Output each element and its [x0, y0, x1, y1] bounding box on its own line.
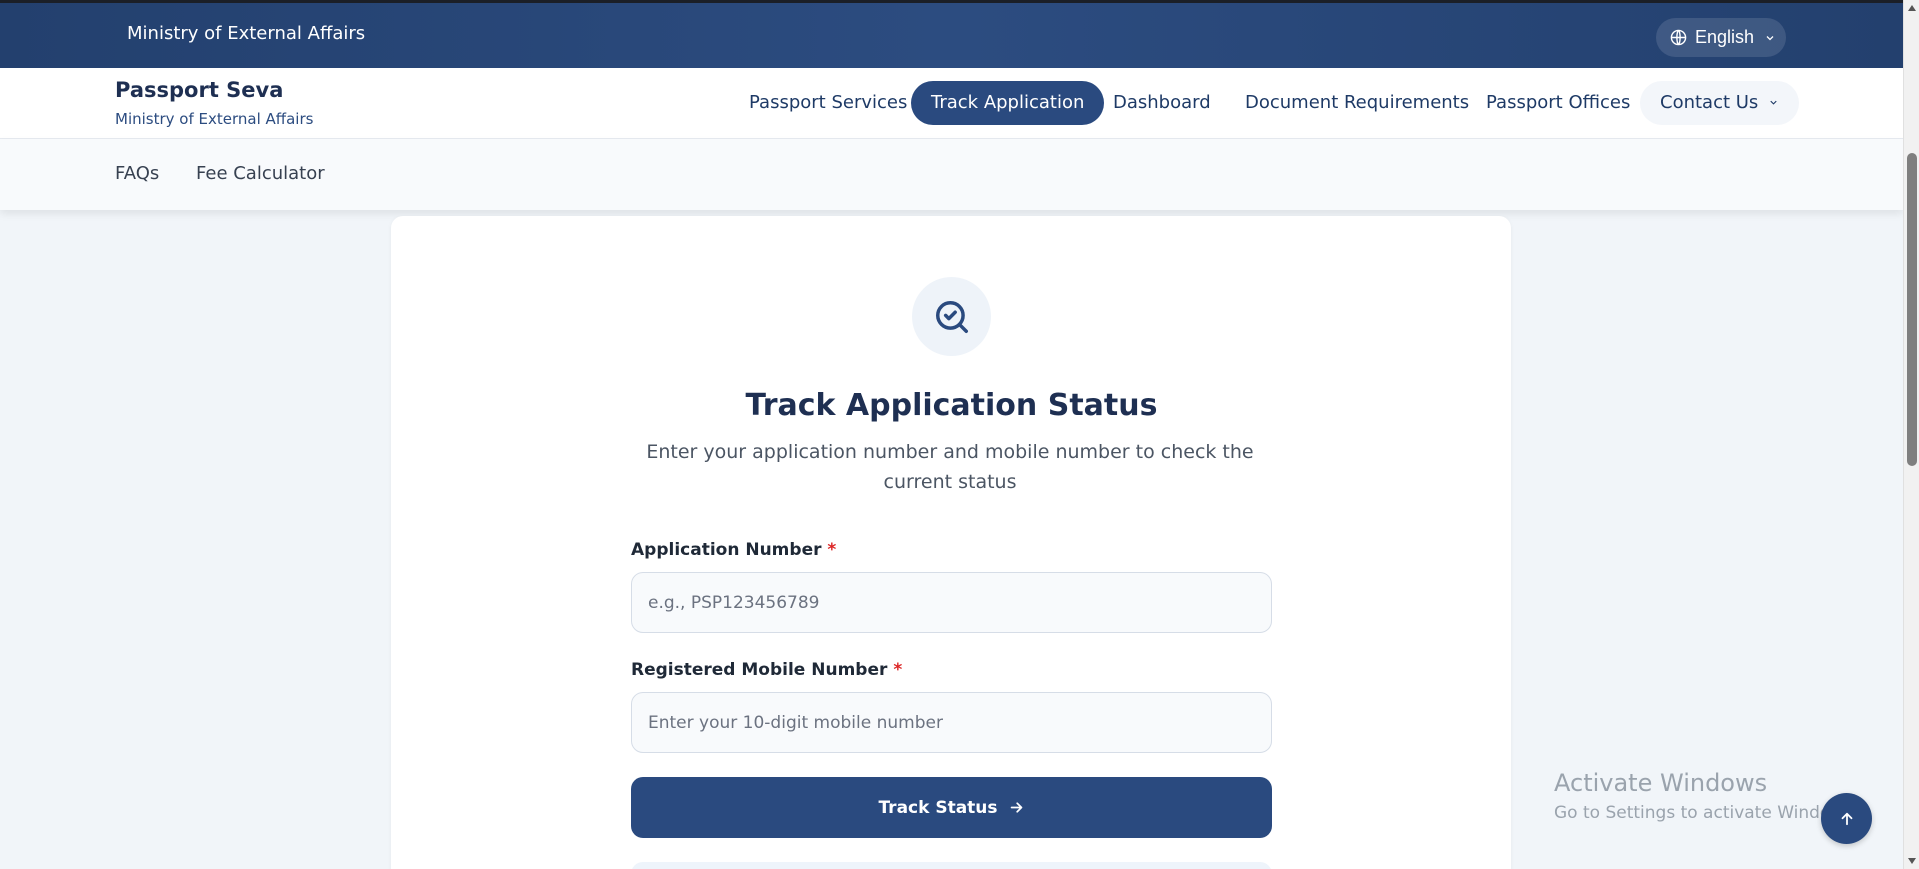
scroll-thumb[interactable]: [1907, 153, 1917, 466]
top-bar: Ministry of External Affairs English: [0, 0, 1903, 68]
arrow-right-icon: [1010, 802, 1022, 813]
brand-title[interactable]: Passport Seva: [115, 78, 283, 102]
activate-windows-subtitle: Go to Settings to activate Windows.: [1554, 803, 1859, 823]
nav-contact-us-label: Contact Us: [1660, 92, 1759, 113]
track-status-label: Track Status: [878, 797, 998, 818]
page-subtitle: Enter your application number and mobile…: [646, 441, 1254, 493]
application-number-input[interactable]: [631, 572, 1272, 633]
globe-icon: [1670, 29, 1687, 46]
required-mark: *: [893, 660, 903, 680]
subnav-fee-calculator[interactable]: Fee Calculator: [196, 163, 325, 184]
nav-passport-services[interactable]: Passport Services: [729, 81, 927, 125]
page-title: Track Application Status: [745, 388, 1158, 423]
search-check-icon: [935, 300, 968, 333]
chevron-down-icon: [1770, 100, 1777, 105]
page-scrollbar[interactable]: [1903, 0, 1919, 869]
language-label: English: [1695, 27, 1755, 47]
language-selector[interactable]: English: [1656, 18, 1786, 57]
mobile-number-label: Registered Mobile Number *: [631, 660, 902, 680]
main-navbar: Passport Seva Ministry of External Affai…: [0, 68, 1903, 139]
scroll-up-arrow[interactable]: [1908, 5, 1916, 11]
arrow-up-icon: [1841, 812, 1852, 825]
nav-track-application[interactable]: Track Application: [911, 81, 1105, 125]
application-number-label-text: Application Number: [631, 540, 822, 560]
track-icon-circle: [912, 277, 991, 356]
activate-windows-title: Activate Windows: [1554, 769, 1768, 797]
subnav-faqs[interactable]: FAQs: [115, 163, 159, 184]
nav-dashboard[interactable]: Dashboard: [1093, 81, 1231, 125]
application-number-label: Application Number *: [631, 540, 836, 560]
nav-passport-offices[interactable]: Passport Offices: [1466, 81, 1650, 125]
mobile-number-label-text: Registered Mobile Number: [631, 660, 888, 680]
nav-contact-us[interactable]: Contact Us: [1640, 81, 1800, 125]
mobile-number-input[interactable]: [631, 692, 1272, 753]
nav-document-requirements[interactable]: Document Requirements: [1225, 81, 1489, 125]
track-status-button[interactable]: Track Status: [631, 777, 1272, 838]
ministry-label: Ministry of External Affairs: [127, 23, 366, 44]
chevron-down-icon: [1766, 35, 1774, 40]
secondary-navbar: FAQs Fee Calculator: [0, 139, 1903, 210]
scroll-to-top-button[interactable]: [1821, 793, 1872, 844]
info-panel: [631, 862, 1272, 869]
brand-subtitle: Ministry of External Affairs: [115, 110, 314, 128]
required-mark: *: [827, 540, 837, 560]
scroll-down-arrow[interactable]: [1908, 858, 1916, 864]
